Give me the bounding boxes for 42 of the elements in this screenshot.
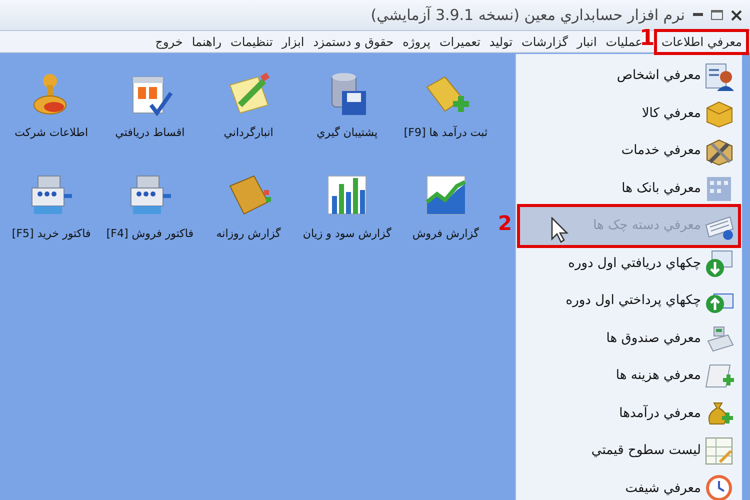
sidebar-item[interactable]: ليست سطوح قيمتي [520, 432, 738, 470]
menu-item[interactable]: عمليات [606, 32, 642, 50]
mouse-cursor-icon [550, 217, 570, 243]
sidebar-item[interactable]: چكهاي پرداختي اول دوره [520, 282, 738, 320]
menu-item[interactable]: حقوق و دستمزد [313, 32, 394, 50]
window-title: نرم افزار حسابداري معين (نسخه 3.9.1 آزمايشي) [370, 4, 685, 26]
menu-item[interactable]: پروژه [402, 32, 430, 50]
clock-icon [704, 473, 734, 500]
sidebar-item[interactable]: معرفي درآمدها [520, 394, 738, 432]
menu-item[interactable]: گزارشات [522, 32, 568, 50]
menu-item[interactable]: توليد [489, 32, 513, 50]
shortcut-label[interactable]: پشتيبان گيري [316, 125, 378, 142]
sidebar-item[interactable]: معرفي اشخاص [520, 57, 738, 94]
sidebar-item[interactable]: معرفي بانک ها [520, 170, 738, 207]
menu-item[interactable]: خروج [155, 32, 183, 50]
shortcut-label[interactable]: ثبت درآمد ها [F9] [404, 125, 488, 142]
menu-item[interactable]: راهنما [192, 32, 222, 50]
menu-item[interactable]: تنظيمات [230, 32, 273, 50]
sidebar-item[interactable]: معرفي صندوق ها [520, 320, 738, 357]
shortcut-label[interactable]: گزارش سود و زيان [302, 226, 392, 242]
sidebar-item[interactable]: معرفي شيفت [520, 470, 738, 500]
person-icon [704, 60, 734, 91]
annotation-number: 2 [498, 213, 512, 233]
sidebar-item[interactable]: معرفي هزينه ها [520, 357, 738, 394]
shortcut-label[interactable]: فاكتور فروش [F4] [106, 226, 194, 242]
menu-item[interactable]: ابزار [282, 32, 304, 50]
arrow-down-icon [704, 248, 734, 278]
maximize-icon[interactable] [711, 10, 723, 20]
shortcut-label[interactable]: گزارش فروش [412, 226, 480, 242]
sidebar-item[interactable]: معرفي كالا [520, 94, 738, 132]
sidebar-item[interactable]: چكهاي دريافتي اول دوره [520, 244, 738, 282]
shortcut-label[interactable]: گزارش روزانه [216, 226, 281, 242]
menu-item[interactable]: انبار [577, 32, 597, 50]
price-table-icon [704, 436, 734, 466]
shortcut-label[interactable]: اطلاعات شركت [14, 125, 88, 142]
sidebar-item[interactable]: معرفي خدمات [520, 132, 738, 170]
menu-item[interactable]: تعميرات [439, 32, 480, 50]
shortcut-label[interactable]: فاكتور خريد [F5] [12, 226, 91, 242]
shortcut-label[interactable]: اقساط دريافتي [115, 125, 185, 142]
minimize-icon[interactable] [693, 13, 703, 17]
close-icon[interactable] [731, 10, 742, 20]
shortcut-label[interactable]: انبارگرداني [224, 125, 274, 142]
